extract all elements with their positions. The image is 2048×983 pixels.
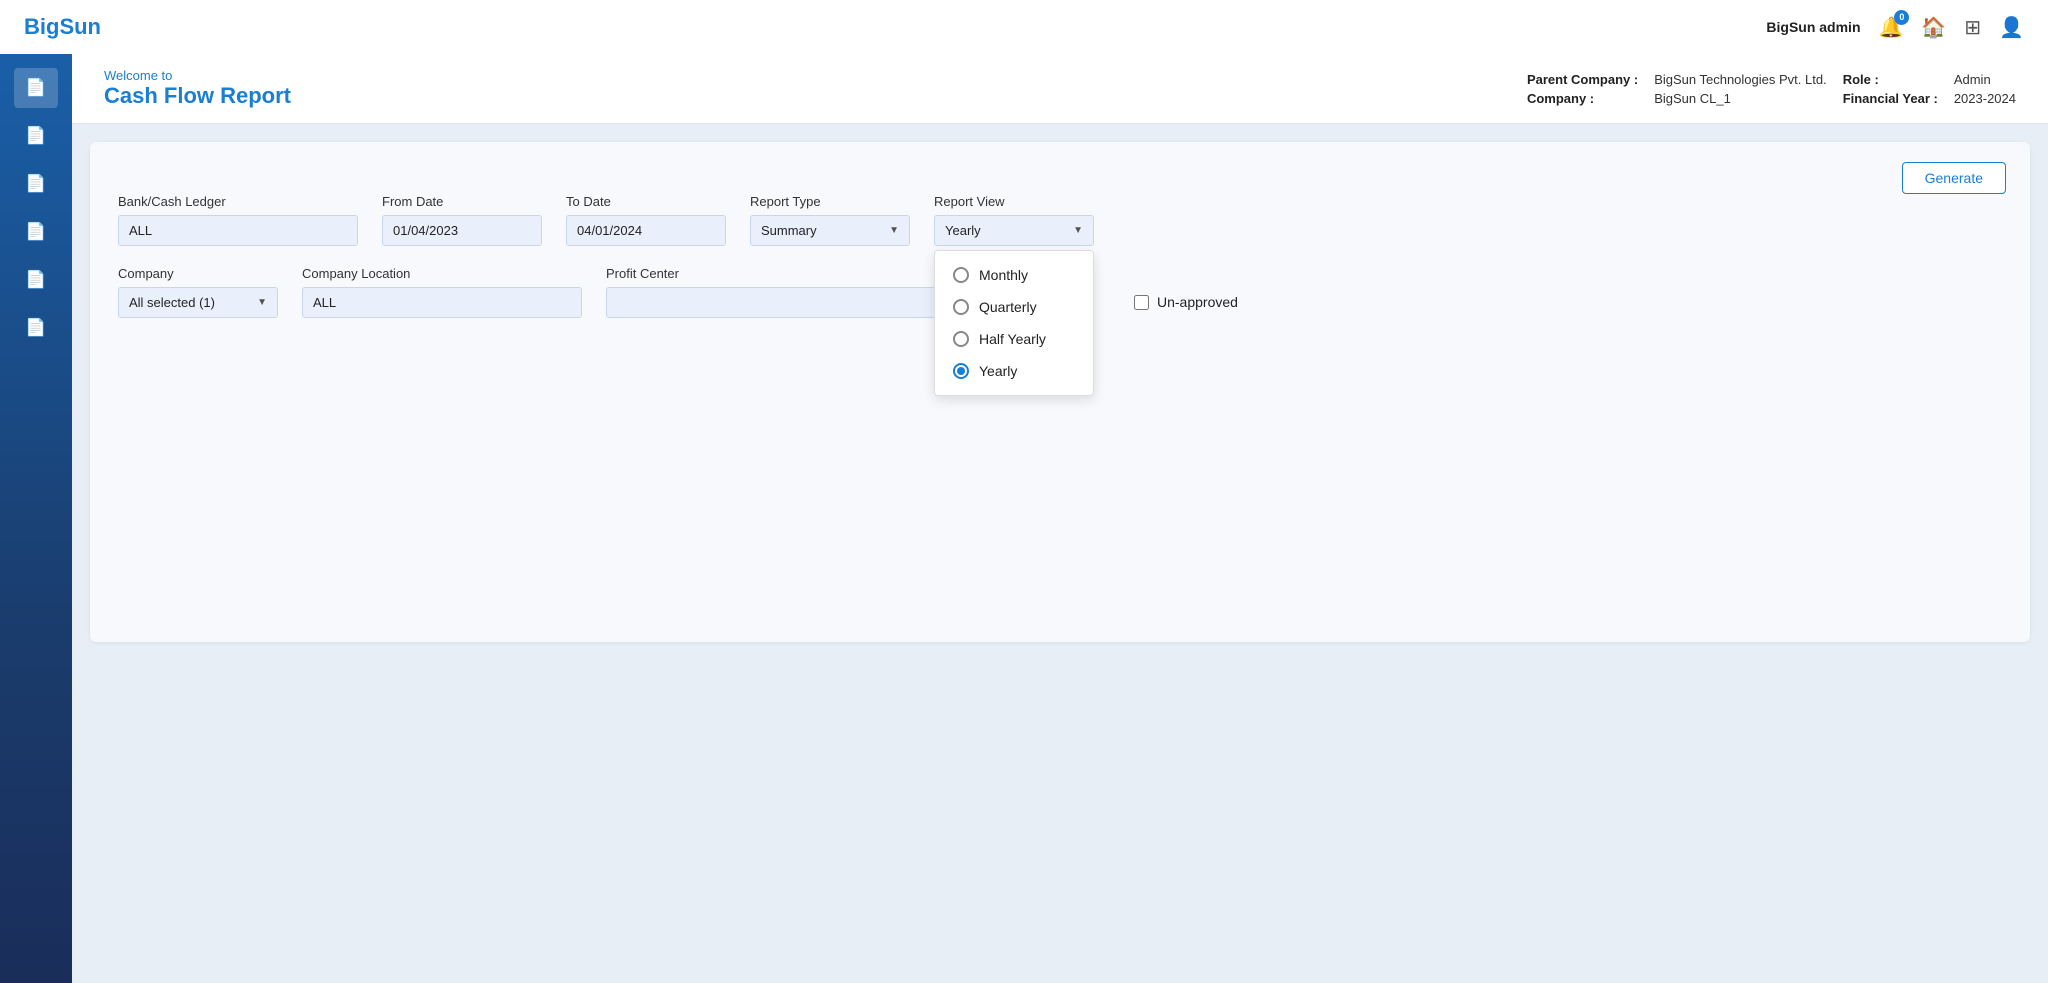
report-type-group: Report Type Summary ▼ <box>750 194 910 246</box>
bell-icon[interactable]: 🔔 0 <box>1879 15 1904 40</box>
company-value: BigSun CL_1 <box>1654 91 1827 106</box>
sidebar: 📄 📄 📄 📄 📄 📄 <box>0 54 72 983</box>
financial-year-label: Financial Year : <box>1843 91 1938 106</box>
menu-item-yearly[interactable]: Yearly <box>935 355 1093 387</box>
report-type-arrow-icon: ▼ <box>889 225 899 236</box>
sidebar-item-6[interactable]: 📄 <box>14 308 58 348</box>
company-arrow-icon: ▼ <box>257 297 267 308</box>
company-location-label: Company Location <box>302 266 582 281</box>
menu-item-quarterly[interactable]: Quarterly <box>935 291 1093 323</box>
sidebar-item-3[interactable]: 📄 <box>14 164 58 204</box>
page-header-right: Parent Company : BigSun Technologies Pvt… <box>1527 72 2016 106</box>
report-view-arrow-icon: ▼ <box>1073 225 1083 236</box>
user-icon[interactable]: 👤 <box>1999 15 2024 40</box>
parent-company-label: Parent Company : <box>1527 72 1638 87</box>
radio-monthly <box>953 267 969 283</box>
report-view-menu: Monthly Quarterly Half Yearly Yearl <box>934 250 1094 396</box>
unapproved-checkbox[interactable] <box>1134 295 1149 310</box>
label-half-yearly: Half Yearly <box>979 331 1046 347</box>
parent-company-value: BigSun Technologies Pvt. Ltd. <box>1654 72 1827 87</box>
sidebar-item-5[interactable]: 📄 <box>14 260 58 300</box>
role-label: Role : <box>1843 72 1938 87</box>
from-date-input[interactable] <box>382 215 542 246</box>
to-date-input[interactable] <box>566 215 726 246</box>
from-date-group: From Date <box>382 194 542 246</box>
sidebar-item-4[interactable]: 📄 <box>14 212 58 252</box>
label-quarterly: Quarterly <box>979 299 1037 315</box>
report-view-dropdown[interactable]: Yearly ▼ <box>934 215 1094 246</box>
menu-item-half-yearly[interactable]: Half Yearly <box>935 323 1093 355</box>
label-monthly: Monthly <box>979 267 1028 283</box>
logo: BigSun <box>24 14 101 40</box>
to-date-group: To Date <box>566 194 726 246</box>
report-type-value: Summary <box>761 223 817 238</box>
home-icon[interactable]: 🏠 <box>1921 15 1946 40</box>
generate-button[interactable]: Generate <box>1902 162 2006 194</box>
app-body: 📄 📄 📄 📄 📄 📄 Welcome to Cash Flow Report … <box>0 54 2048 983</box>
unapproved-label: Un-approved <box>1157 294 1238 310</box>
company-field-label: Company <box>118 266 278 281</box>
report-view-group: Report View Yearly ▼ Monthly Quart <box>934 194 1094 246</box>
from-date-label: From Date <box>382 194 542 209</box>
admin-label: BigSun admin <box>1766 19 1860 35</box>
radio-half-yearly <box>953 331 969 347</box>
sidebar-item-1[interactable]: 📄 <box>14 68 58 108</box>
page-header-left: Welcome to Cash Flow Report <box>104 68 291 109</box>
notification-badge: 0 <box>1894 10 1909 25</box>
navbar-right: BigSun admin 🔔 0 🏠 ⊞ 👤 <box>1766 15 2024 40</box>
report-view-label: Report View <box>934 194 1094 209</box>
bank-cash-ledger-group: Bank/Cash Ledger <box>118 194 358 246</box>
main-content: Welcome to Cash Flow Report Parent Compa… <box>72 54 2048 983</box>
report-type-label: Report Type <box>750 194 910 209</box>
page-header: Welcome to Cash Flow Report Parent Compa… <box>72 54 2048 124</box>
company-dropdown[interactable]: All selected (1) ▼ <box>118 287 278 318</box>
label-yearly: Yearly <box>979 363 1017 379</box>
bank-cash-ledger-label: Bank/Cash Ledger <box>118 194 358 209</box>
sidebar-item-2[interactable]: 📄 <box>14 116 58 156</box>
report-view-value: Yearly <box>945 223 981 238</box>
page-title: Cash Flow Report <box>104 83 291 109</box>
grid-icon[interactable]: ⊞ <box>1964 15 1981 40</box>
company-label: Company : <box>1527 91 1638 106</box>
unapproved-group: Un-approved <box>1134 294 1238 310</box>
menu-item-monthly[interactable]: Monthly <box>935 259 1093 291</box>
financial-year-value: 2023-2024 <box>1954 91 2016 106</box>
radio-quarterly <box>953 299 969 315</box>
company-group: Company All selected (1) ▼ <box>118 266 278 318</box>
to-date-label: To Date <box>566 194 726 209</box>
company-location-input[interactable] <box>302 287 582 318</box>
report-type-dropdown[interactable]: Summary ▼ <box>750 215 910 246</box>
role-value: Admin <box>1954 72 2016 87</box>
welcome-text: Welcome to <box>104 68 291 83</box>
form-row-1: Bank/Cash Ledger From Date To Date Repor… <box>118 194 2002 246</box>
radio-yearly <box>953 363 969 379</box>
navbar: BigSun BigSun admin 🔔 0 🏠 ⊞ 👤 <box>0 0 2048 54</box>
bank-cash-ledger-input[interactable] <box>118 215 358 246</box>
company-field-value: All selected (1) <box>129 295 215 310</box>
content-area: Generate Bank/Cash Ledger From Date To D… <box>90 142 2030 642</box>
company-location-group: Company Location <box>302 266 582 318</box>
